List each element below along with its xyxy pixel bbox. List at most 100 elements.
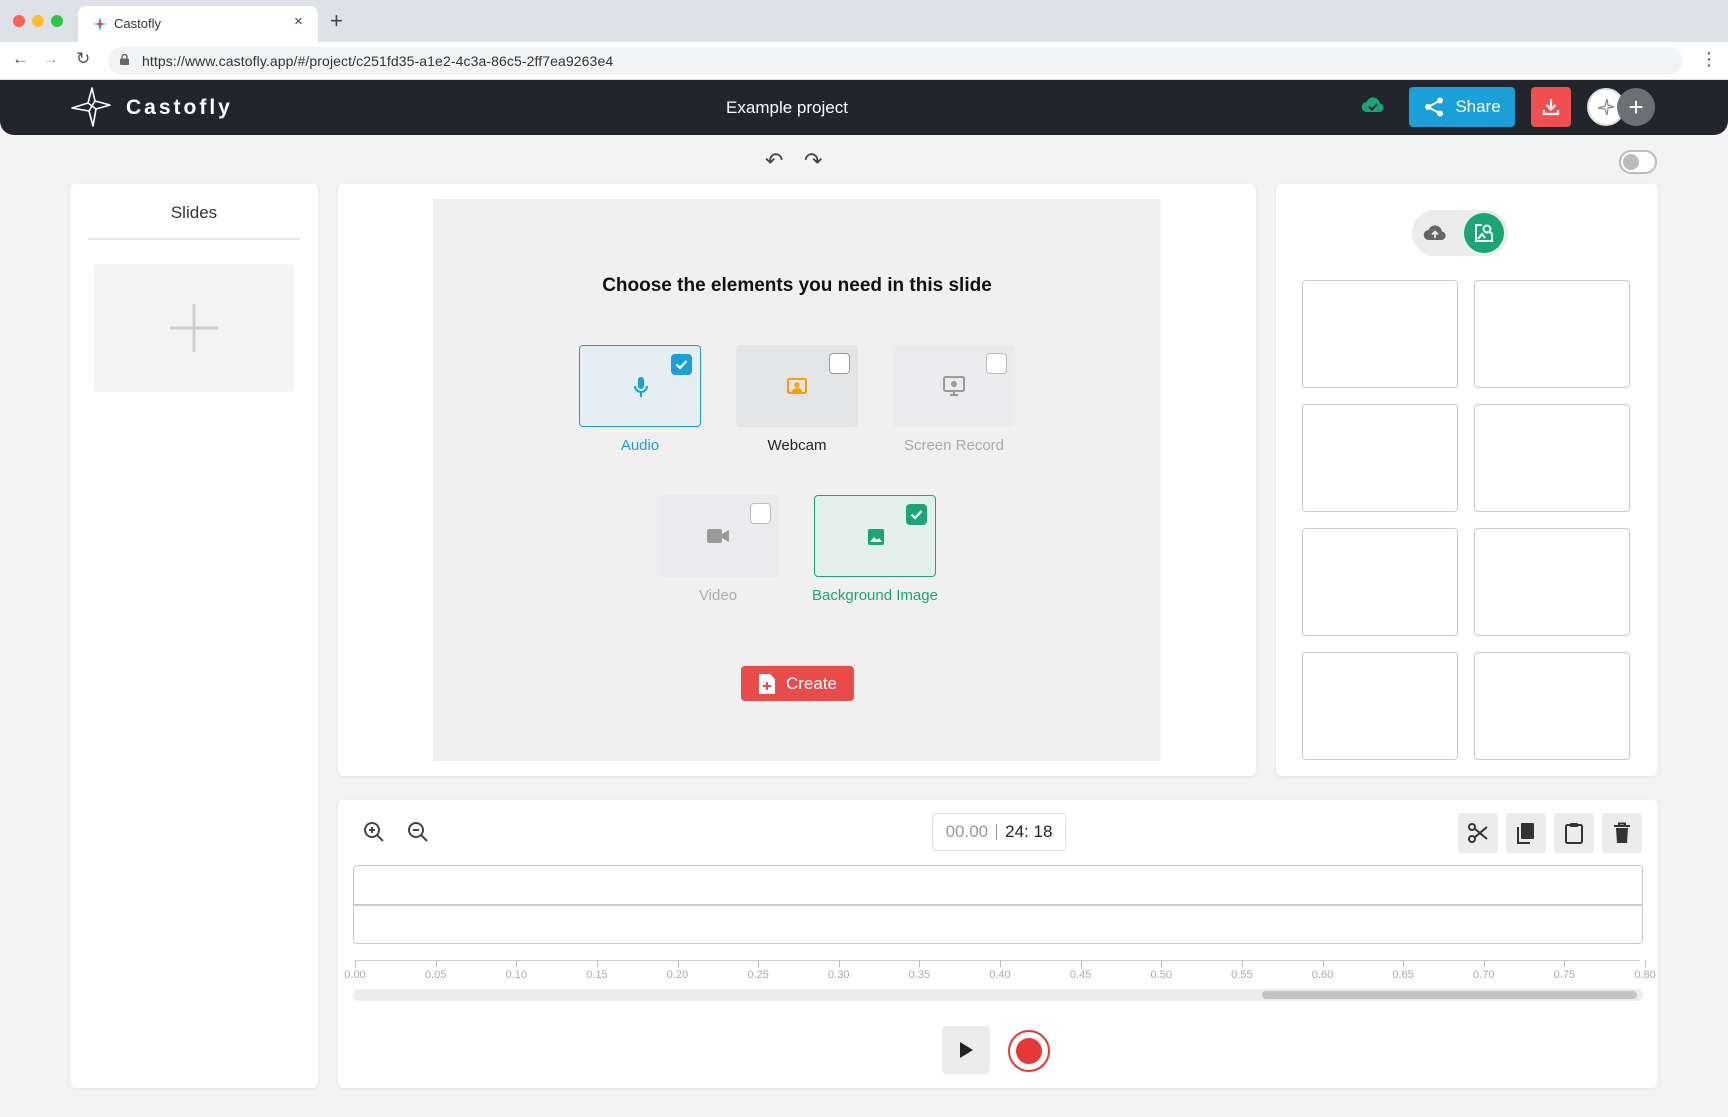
media-thumbnail[interactable] — [1302, 404, 1458, 512]
download-button[interactable] — [1531, 87, 1571, 127]
back-icon[interactable]: ← — [12, 50, 29, 67]
option-screen-record-label: Screen Record — [903, 437, 1005, 454]
time-separator — [996, 824, 998, 840]
ruler-tick — [435, 960, 437, 967]
option-webcam[interactable] — [736, 345, 858, 427]
address-bar[interactable]: https://www.castofly.app/#/project/c251f… — [108, 47, 1683, 75]
share-icon — [1425, 97, 1444, 117]
media-thumbnail[interactable] — [1474, 528, 1630, 636]
minimize-window-button[interactable] — [32, 15, 44, 27]
ruler-tick-label: 0.50 — [1150, 969, 1172, 981]
media-source-switch — [1412, 210, 1508, 256]
option-background-image[interactable] — [814, 495, 936, 577]
upload-cloud-icon — [1423, 225, 1446, 241]
ruler-tick — [1564, 960, 1566, 967]
media-thumbnail[interactable] — [1474, 280, 1630, 388]
slides-title: Slides — [170, 203, 218, 222]
app-header: Castofly Example project Share + — [0, 80, 1728, 135]
timeline-panel: 00.00 24: 18 0.00 0.05 0.10 0.15 0.20 0.25 0.3… — [338, 800, 1658, 1088]
image-search-icon — [1475, 224, 1494, 242]
timeline-scrollbar-thumb[interactable] — [1262, 991, 1637, 999]
zoom-in-icon[interactable] — [362, 820, 386, 844]
clipboard-icon — [1565, 823, 1583, 844]
media-thumbnail[interactable] — [1474, 404, 1630, 512]
video-checkbox[interactable] — [750, 503, 771, 524]
copy-button[interactable] — [1506, 813, 1546, 853]
project-title[interactable]: Example project — [0, 98, 1574, 118]
ruler-tick-label: 0.30 — [828, 969, 850, 981]
maximize-window-button[interactable] — [51, 15, 63, 27]
trash-icon — [1614, 822, 1630, 843]
ruler-tick — [1080, 960, 1082, 967]
close-window-button[interactable] — [13, 15, 25, 27]
tab-close-icon[interactable]: × — [294, 13, 303, 30]
ruler-tick — [355, 960, 356, 967]
ruler-tick — [1161, 960, 1163, 967]
ruler-tick — [1403, 960, 1405, 967]
ruler-tick — [516, 960, 518, 967]
media-thumbnail[interactable] — [1474, 652, 1630, 760]
ruler-tick — [677, 960, 679, 967]
ruler-tick-label: 0.75 — [1553, 969, 1576, 981]
ruler-tick — [1241, 960, 1243, 967]
record-icon — [1016, 1038, 1042, 1064]
plus-icon — [170, 304, 218, 352]
browser-tab-bar: Castofly × + — [0, 0, 1728, 42]
timeline-scrollbar[interactable] — [353, 989, 1643, 1001]
option-video[interactable] — [657, 495, 779, 577]
paste-button[interactable] — [1554, 813, 1594, 853]
play-button[interactable] — [942, 1026, 990, 1074]
ruler-tick-label: 0.45 — [1069, 969, 1092, 981]
ruler-tick-label: 0.80 — [1634, 969, 1656, 981]
slide-canvas: Choose the elements you need in this sli… — [433, 199, 1161, 761]
upload-cloud-button[interactable] — [1420, 218, 1450, 248]
ruler-tick — [838, 960, 840, 967]
checkmark-icon — [675, 360, 688, 370]
share-label: Share — [1455, 97, 1501, 116]
forward-icon[interactable]: → — [42, 50, 59, 67]
delete-button[interactable] — [1602, 813, 1642, 853]
total-time: 24: 18 — [1005, 822, 1053, 841]
ruler-tick-label: 0.15 — [586, 969, 608, 981]
timeline-ruler — [355, 960, 1640, 961]
view-toggle[interactable] — [1619, 150, 1657, 174]
browser-tab[interactable]: Castofly × — [78, 6, 318, 42]
media-thumbnail[interactable] — [1302, 528, 1458, 636]
timeline-track[interactable] — [353, 865, 1643, 944]
copy-icon — [1517, 823, 1534, 844]
cut-button[interactable] — [1458, 813, 1498, 853]
screen-record-checkbox[interactable] — [986, 353, 1007, 374]
tab-title: Castofly — [114, 16, 161, 31]
current-time: 00.00 — [945, 822, 989, 841]
redo-icon[interactable]: ↷ — [804, 150, 822, 172]
new-file-icon — [758, 673, 775, 694]
time-display: 00.00 24: 18 — [932, 813, 1066, 851]
background-image-checkbox[interactable] — [906, 504, 927, 525]
slides-panel: Slides — [70, 184, 318, 1088]
option-screen-record[interactable] — [893, 345, 1015, 427]
create-button[interactable]: Create — [741, 666, 854, 701]
url-text: https://www.castofly.app/#/project/c251f… — [142, 53, 614, 69]
add-collaborator-button[interactable]: + — [1617, 88, 1655, 126]
option-audio[interactable] — [579, 345, 701, 427]
ruler-tick-label: 0.55 — [1231, 969, 1253, 981]
record-button[interactable] — [1008, 1030, 1050, 1072]
reload-icon[interactable]: ↻ — [76, 50, 90, 67]
audio-checkbox[interactable] — [671, 354, 692, 375]
media-thumbnail[interactable] — [1302, 652, 1458, 760]
undo-icon[interactable]: ↶ — [765, 150, 783, 172]
ruler-tick-label: 0.05 — [424, 969, 447, 981]
zoom-out-icon[interactable] — [406, 820, 430, 844]
add-slide-button[interactable] — [94, 264, 294, 392]
webcam-checkbox[interactable] — [829, 353, 850, 374]
share-button[interactable]: Share — [1409, 87, 1515, 127]
cloud-saved-icon — [1361, 97, 1384, 113]
new-tab-button[interactable]: + — [330, 10, 343, 32]
media-thumbnail[interactable] — [1302, 280, 1458, 388]
image-search-button[interactable] — [1464, 213, 1504, 253]
browser-menu-icon[interactable]: ⋮ — [1700, 50, 1718, 68]
ruler-tick-label: 0.25 — [747, 969, 769, 981]
ruler-tick-label: 0.60 — [1311, 969, 1334, 981]
play-icon — [960, 1042, 973, 1058]
editor-panel: Choose the elements you need in this sli… — [338, 184, 1256, 776]
